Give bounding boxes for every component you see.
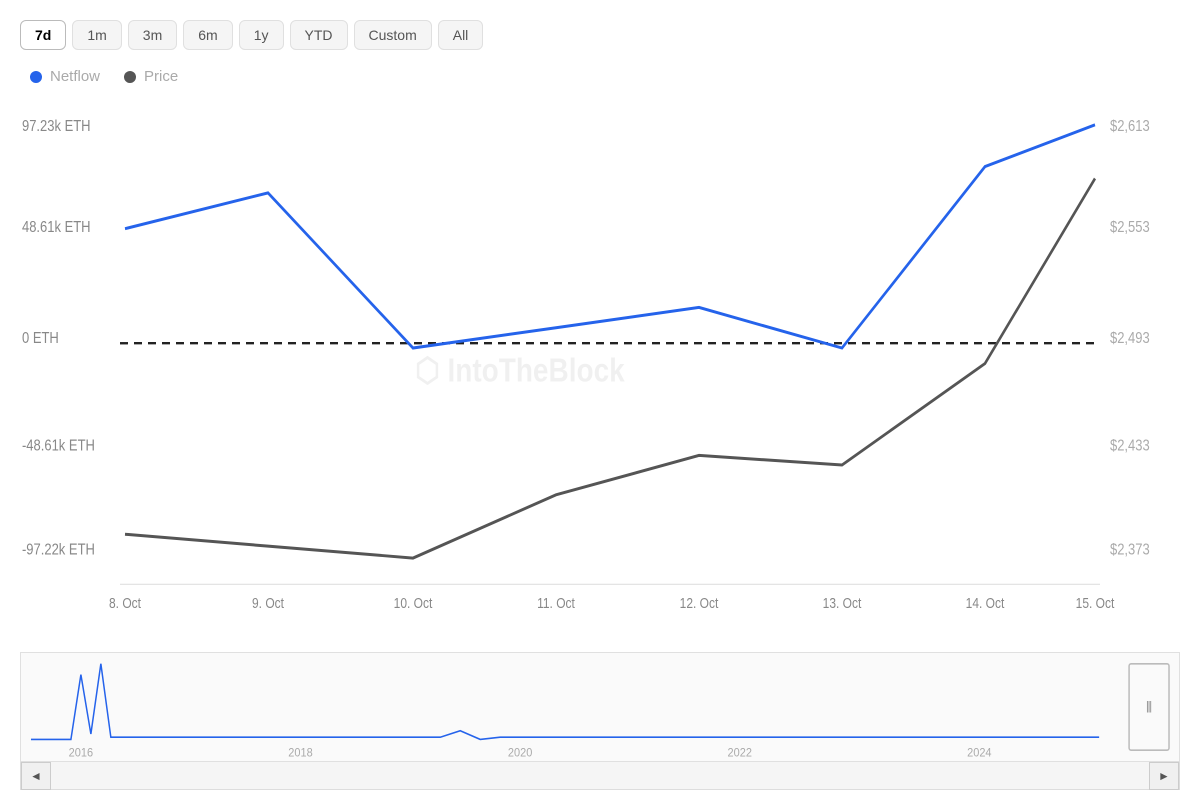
x-label-3: 10. Oct xyxy=(394,595,433,611)
x-label-1: 8. Oct xyxy=(109,595,141,611)
y-label-neg1-left: -48.61k ETH xyxy=(22,438,95,455)
mini-x-2018: 2018 xyxy=(288,747,312,759)
btn-ytd[interactable]: YTD xyxy=(290,20,348,50)
y-label-2-right: $2,553 xyxy=(1110,219,1150,236)
btn-1y[interactable]: 1y xyxy=(239,20,284,50)
mini-x-2022: 2022 xyxy=(728,747,752,759)
prev-arrow[interactable]: ◄ xyxy=(21,762,51,790)
btn-all[interactable]: All xyxy=(438,20,484,50)
mini-x-2024: 2024 xyxy=(967,747,992,759)
chart-legend: Netflow Price xyxy=(20,68,1180,85)
legend-price: Price xyxy=(124,68,178,85)
scroll-handle-icon: ⦀ xyxy=(1146,700,1152,717)
main-chart-svg: 97.23k ETH 48.61k ETH 0 ETH -48.61k ETH … xyxy=(20,95,1180,644)
btn-6m[interactable]: 6m xyxy=(183,20,232,50)
netflow-line xyxy=(125,125,1095,348)
x-label-5: 12. Oct xyxy=(680,595,719,611)
next-arrow[interactable]: ► xyxy=(1149,762,1179,790)
x-label-2: 9. Oct xyxy=(252,595,284,611)
y-label-zero-left: 0 ETH xyxy=(22,330,59,347)
chart-wrapper: 97.23k ETH 48.61k ETH 0 ETH -48.61k ETH … xyxy=(20,95,1180,790)
legend-netflow-label: Netflow xyxy=(50,68,100,85)
y-label-neg2-left: -97.22k ETH xyxy=(22,541,95,558)
mini-chart-container[interactable]: 2016 2018 2020 2022 2024 ⦀ xyxy=(20,652,1180,762)
y-label-top-left: 97.23k ETH xyxy=(22,118,91,135)
btn-7d[interactable]: 7d xyxy=(20,20,66,50)
legend-netflow: Netflow xyxy=(30,68,100,85)
main-chart[interactable]: 97.23k ETH 48.61k ETH 0 ETH -48.61k ETH … xyxy=(20,95,1180,644)
mini-x-2020: 2020 xyxy=(508,747,532,759)
btn-1m[interactable]: 1m xyxy=(72,20,121,50)
time-range-selector: 7d 1m 3m 6m 1y YTD Custom All xyxy=(20,20,1180,50)
watermark: ⬡ IntoTheBlock xyxy=(415,351,625,389)
y-label-2-left: 48.61k ETH xyxy=(22,219,91,236)
y-label-neg1-right: $2,433 xyxy=(1110,438,1150,455)
y-label-top-right: $2,613 xyxy=(1110,118,1150,135)
legend-price-label: Price xyxy=(144,68,178,85)
x-label-4: 11. Oct xyxy=(537,595,575,611)
btn-custom[interactable]: Custom xyxy=(354,20,432,50)
y-label-zero-right: $2,493 xyxy=(1110,330,1150,347)
price-dot xyxy=(124,71,136,83)
x-label-8: 15. Oct xyxy=(1076,595,1115,611)
mini-chart-svg: 2016 2018 2020 2022 2024 ⦀ xyxy=(21,653,1179,761)
btn-3m[interactable]: 3m xyxy=(128,20,177,50)
mini-x-2016: 2016 xyxy=(69,747,93,759)
y-label-neg2-right: $2,373 xyxy=(1110,541,1150,558)
x-label-7: 14. Oct xyxy=(966,595,1005,611)
nav-arrows: ◄ ► xyxy=(20,762,1180,790)
netflow-dot xyxy=(30,71,42,83)
x-label-6: 13. Oct xyxy=(823,595,862,611)
